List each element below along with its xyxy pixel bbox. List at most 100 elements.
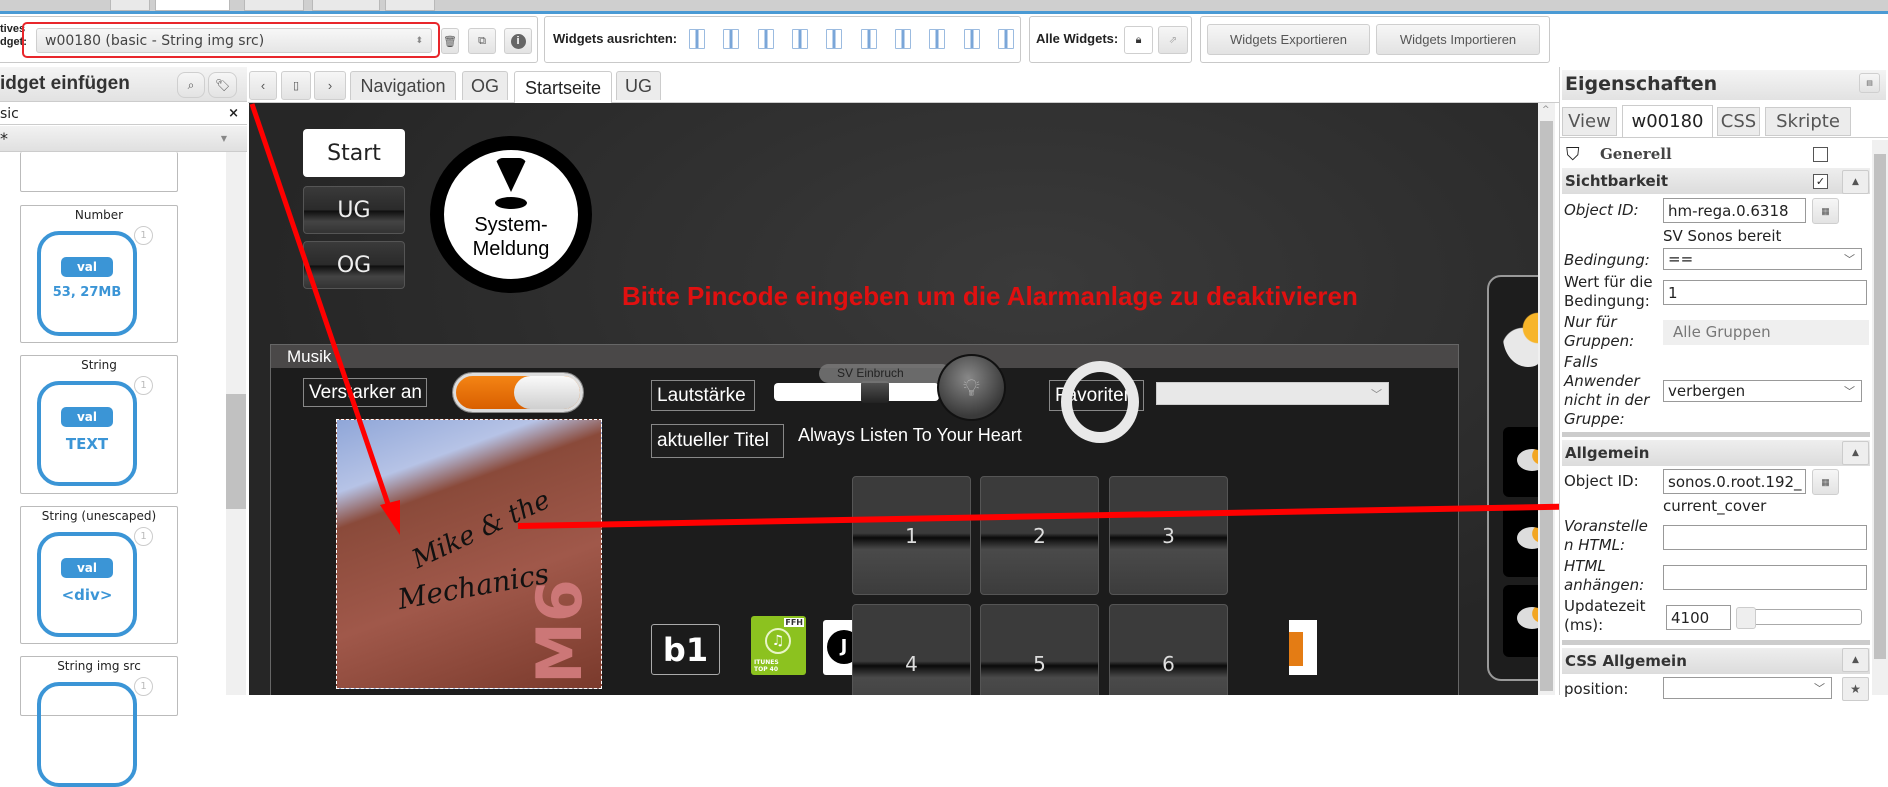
select-id-button[interactable]: ▦ (1812, 198, 1839, 224)
distribute-v-icon[interactable] (929, 29, 946, 49)
nav-og-button[interactable]: OG (303, 241, 405, 289)
export-widgets-button[interactable]: Widgets Exportieren (1207, 24, 1370, 55)
amp-toggle[interactable] (453, 373, 583, 412)
tab-widget[interactable]: w00180 (1622, 105, 1713, 137)
position-select[interactable]: ﹀ (1663, 677, 1832, 699)
card-title: String img src (57, 659, 141, 673)
tab-ug[interactable]: UG (616, 71, 661, 100)
tab-css[interactable]: CSS (1717, 107, 1760, 136)
prev-view-button[interactable]: ‹ (249, 71, 277, 100)
keypad-button-5[interactable]: 5 (980, 604, 1099, 695)
chevron-down-icon: ﹀ (1371, 387, 1382, 401)
scrollbar-thumb[interactable] (1874, 154, 1886, 659)
same-height-icon[interactable] (997, 29, 1014, 49)
widget-card-string[interactable]: String 1 val TEXT (20, 355, 178, 494)
widget-card-string-img-src[interactable]: String img src 1 (20, 656, 178, 787)
nav-ug-button[interactable]: UG (303, 186, 405, 234)
volume-slider-handle[interactable] (861, 381, 889, 403)
tag-icon: 🏷︎ (214, 78, 231, 92)
top-tab[interactable] (312, 0, 380, 11)
tab-scripts[interactable]: Skripte (1765, 107, 1851, 136)
align-bottom-icon[interactable] (791, 29, 808, 49)
same-width-icon[interactable] (963, 29, 980, 49)
lock-button[interactable]: 🔒︎ (1124, 26, 1153, 54)
slider-handle[interactable] (1736, 607, 1756, 629)
left-scrollbar[interactable] (226, 152, 246, 695)
top-tab[interactable] (385, 0, 435, 11)
tag-button[interactable]: 🏷︎ (208, 72, 237, 98)
keypad-button-2[interactable]: 2 (980, 476, 1099, 595)
collapse-button[interactable]: ▲ (1842, 648, 1869, 672)
widget-card[interactable] (20, 152, 178, 192)
properties-scrollbar[interactable] (1872, 140, 1888, 695)
next-view-button[interactable]: › (314, 71, 346, 100)
align-right-icon[interactable] (723, 29, 740, 49)
collapse-button[interactable]: ▲ (1842, 170, 1869, 194)
update-time-input[interactable]: 4100 (1666, 605, 1731, 630)
system-message-widget[interactable]: System- Meldung (430, 136, 592, 293)
scrollbar-thumb[interactable] (226, 394, 246, 509)
not-in-group-label: Falls Anwender nicht in der Gruppe: (1564, 353, 1650, 428)
widget-card-number[interactable]: Number 1 val 53, 27MB (20, 205, 178, 343)
section-allgemein[interactable]: Allgemein (1562, 440, 1870, 466)
tab-startseite[interactable]: Startseite (514, 71, 612, 104)
favorites-dropdown[interactable]: ﹀ (1156, 382, 1389, 405)
keypad-button-4[interactable]: 4 (852, 604, 971, 695)
clear-icon[interactable]: × (228, 106, 239, 121)
delete-widget-button[interactable]: 🗑 (441, 28, 459, 54)
tab-navigation[interactable]: Navigation (350, 71, 456, 100)
clipboard-button[interactable]: ▯ (281, 71, 311, 100)
prepend-html-input[interactable] (1663, 525, 1867, 550)
not-in-group-select[interactable]: verbergen ﹀ (1663, 380, 1862, 402)
album-cover-image[interactable]: Mike & the Mechanics M6 (336, 419, 602, 689)
top-tab[interactable] (244, 0, 304, 11)
collapse-button[interactable]: ▲ (1842, 441, 1869, 465)
import-widgets-button[interactable]: Widgets Importieren (1376, 24, 1540, 55)
category-value: * (0, 129, 8, 148)
beats1-logo[interactable]: b1 (651, 624, 720, 675)
filter-icon[interactable]: ⛉ (1566, 144, 1580, 165)
value-input[interactable]: 1 (1663, 280, 1867, 305)
section-css-allgemein[interactable]: CSS Allgemein (1562, 648, 1870, 674)
select-id-button[interactable]: ▦ (1812, 469, 1839, 495)
object-id-input[interactable]: sonos.0.root.192_ (1663, 469, 1806, 494)
nav-start-button[interactable]: Start (303, 129, 405, 177)
scroll-up-icon[interactable]: ^ (1542, 105, 1550, 115)
star-button[interactable]: ★ (1842, 677, 1869, 701)
light-bulb-button[interactable]: 💡︎ (937, 354, 1006, 421)
badge: 1 (134, 677, 153, 696)
itunes-top40-logo[interactable]: FFH ♫ ITUNES TOP 40 (751, 616, 806, 675)
filter-input[interactable]: sic × (0, 103, 247, 125)
volume-slider[interactable] (774, 381, 939, 403)
toggle-knob[interactable] (514, 376, 580, 409)
generell-checkbox[interactable] (1813, 147, 1828, 162)
align-center-h-icon[interactable] (826, 29, 843, 49)
keypad-button-1[interactable]: 1 (852, 476, 971, 595)
info-button[interactable]: i (504, 28, 532, 54)
vis-object-id-input[interactable]: hm-rega.0.6318 (1663, 198, 1806, 223)
distribute-h-icon[interactable] (894, 29, 911, 49)
condition-select[interactable]: == ﹀ (1663, 248, 1862, 270)
keypad-button-3[interactable]: 3 (1109, 476, 1228, 595)
visibility-checkbox[interactable]: ✓ (1813, 174, 1828, 189)
radio-logo[interactable] (1289, 620, 1317, 675)
canvas-scrollbar[interactable]: ^ (1538, 103, 1555, 695)
category-select[interactable]: * ▼ (0, 126, 247, 152)
align-top-icon[interactable] (757, 29, 774, 49)
tab-view[interactable]: View (1562, 107, 1617, 136)
top-tab[interactable] (110, 0, 150, 11)
align-left-icon[interactable] (689, 29, 705, 49)
update-time-slider[interactable] (1736, 607, 1862, 629)
search-widget-button[interactable]: ⌕ (177, 72, 205, 98)
keypad-button-6[interactable]: 6 (1109, 604, 1228, 695)
append-html-input[interactable] (1663, 565, 1867, 590)
external-button[interactable]: ⇗ (1158, 26, 1188, 54)
widget-card-string-unescaped[interactable]: String (unescaped) 1 val <div> (20, 506, 178, 644)
align-center-v-icon[interactable] (860, 29, 877, 49)
copy-widget-button[interactable]: ⧉ (468, 28, 496, 54)
scrollbar-thumb[interactable] (1540, 121, 1553, 691)
groups-select[interactable]: Alle Gruppen (1663, 320, 1869, 345)
tab-og[interactable]: OG (462, 71, 508, 100)
top-tab-active[interactable] (155, 0, 230, 11)
panel-menu-button[interactable]: ▤ (1859, 73, 1880, 93)
